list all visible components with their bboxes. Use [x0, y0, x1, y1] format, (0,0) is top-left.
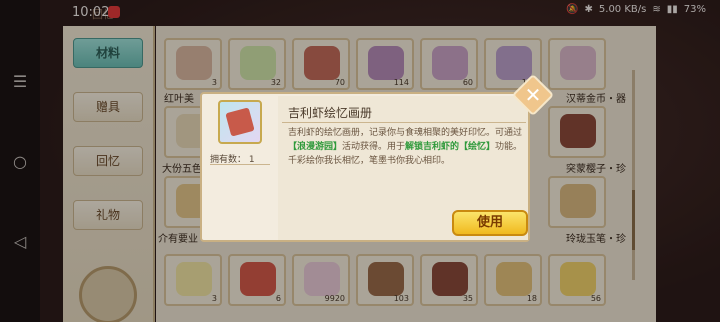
wifi-icon: ≋	[652, 4, 661, 15]
item-icon	[560, 262, 596, 296]
menu-icon[interactable]: ☰	[0, 72, 40, 91]
item-title: 吉利虾绘忆画册	[288, 106, 373, 120]
item-name: 介有要业	[158, 234, 198, 245]
item-name: 红叶美	[164, 94, 194, 105]
network-speed: 5.00 KB/s	[598, 4, 647, 15]
status-bar: 10:02 🔕 ✱ 5.00 KB/s ≋ ▮▮ 73%	[40, 0, 720, 26]
item-icon	[240, 46, 276, 80]
category-tab-memories[interactable]: 回忆	[73, 146, 143, 176]
status-icons: 🔕 ✱ 5.00 KB/s ≋ ▮▮ 73%	[566, 4, 706, 15]
item-icon	[496, 46, 532, 80]
inventory-slot[interactable]	[548, 106, 606, 158]
android-nav-bar: ☰ ○ ◁	[0, 0, 40, 322]
item-detail-popup: 拥有数： 1 吉利虾绘忆画册 吉利虾的绘忆画册，记录你与食魂相聚的美好印忆。可通…	[200, 92, 530, 242]
app-notification-icon	[108, 6, 120, 18]
category-tab-gifts-tools[interactable]: 赠具	[73, 92, 143, 122]
inventory-slot[interactable]: 56	[548, 254, 606, 306]
item-icon	[368, 262, 404, 296]
inventory-slot[interactable]	[548, 38, 606, 90]
item-icon	[560, 46, 596, 80]
item-name: 汉蒂金币・器	[566, 94, 626, 105]
category-menu: 材料 赠具 回忆 礼物	[63, 26, 155, 322]
inventory-slot[interactable]: 60	[420, 38, 478, 90]
divider	[210, 164, 270, 165]
category-tab-presents[interactable]: 礼物	[73, 200, 143, 230]
signal-icon: ▮▮	[666, 4, 678, 15]
bluetooth-icon: ✱	[584, 4, 593, 15]
scrollbar-thumb[interactable]	[632, 190, 635, 250]
close-icon: ✕	[524, 83, 542, 107]
use-button[interactable]: 使用	[452, 210, 528, 236]
mute-icon: 🔕	[566, 4, 579, 15]
clock: 10:02	[72, 5, 110, 20]
item-name: 玲珑玉笔・珍	[566, 234, 626, 245]
item-icon	[176, 262, 212, 296]
inventory-slot[interactable]: 3	[164, 254, 222, 306]
item-icon	[432, 262, 468, 296]
inventory-slot[interactable]: 6	[228, 254, 286, 306]
inventory-slot[interactable]: 18	[484, 254, 542, 306]
inventory-slot[interactable]	[548, 176, 606, 228]
item-icon	[560, 184, 596, 218]
item-name: 突蒙樱子・珍	[566, 164, 626, 175]
item-icon	[176, 46, 212, 80]
inventory-slot[interactable]: 70	[292, 38, 350, 90]
inventory-slot[interactable]: 3	[164, 38, 222, 90]
divider	[282, 122, 526, 123]
back-icon[interactable]: ◁	[0, 232, 40, 251]
home-icon[interactable]: ○	[0, 152, 40, 171]
category-tab-materials[interactable]: 材料	[73, 38, 143, 68]
inventory-slot[interactable]: 114	[356, 38, 414, 90]
battery-level: 73%	[683, 4, 706, 15]
item-icon	[304, 46, 340, 80]
inventory-slot[interactable]: 103	[356, 254, 414, 306]
picture-book-icon	[218, 100, 262, 144]
feature-highlight: 解锁吉利虾的【绘忆】	[405, 142, 496, 152]
item-name: 大份五色	[162, 164, 202, 175]
decorative-emblem	[79, 266, 137, 322]
item-icon	[304, 262, 340, 296]
grid-scrollbar[interactable]	[632, 70, 635, 280]
inventory-slot[interactable]: 32	[228, 38, 286, 90]
inventory-slot[interactable]: 9920	[292, 254, 350, 306]
item-icon	[368, 46, 404, 80]
inventory-slot[interactable]: 35	[420, 254, 478, 306]
item-icon	[432, 46, 468, 80]
event-link: 【浪漫游园】	[288, 142, 343, 152]
item-icon	[496, 262, 532, 296]
item-description: 吉利虾的绘忆画册，记录你与食魂相聚的美好印忆。可通过【浪漫游园】活动获得。用于解…	[288, 128, 523, 166]
item-icon	[240, 262, 276, 296]
book-icon	[225, 107, 255, 137]
item-icon	[560, 114, 596, 148]
